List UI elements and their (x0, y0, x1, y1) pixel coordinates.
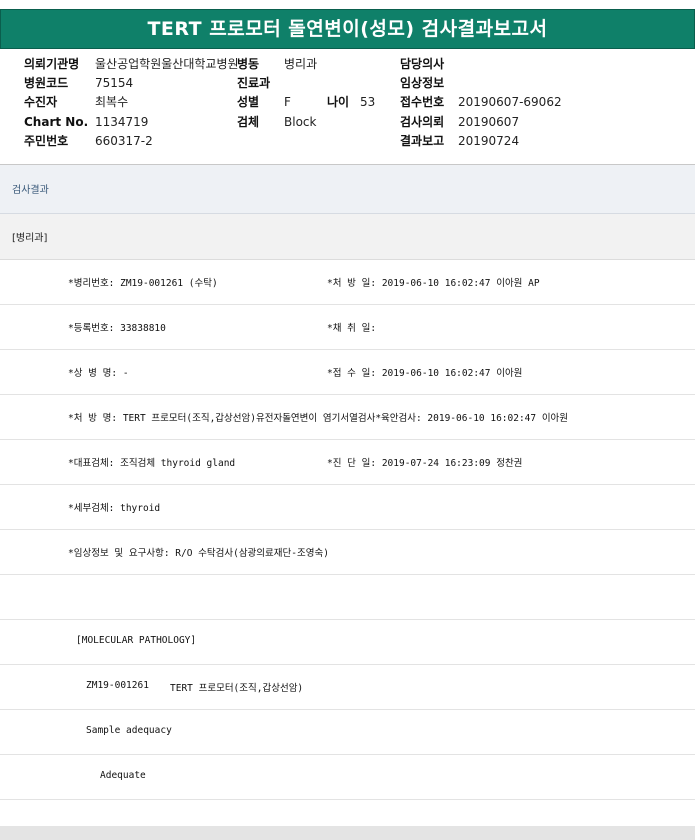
age-label: 나이 (327, 95, 350, 109)
patient-label: 수진자 (24, 95, 58, 109)
hospital-code-label: 병원코드 (24, 76, 69, 90)
dept-label: 진료과 (237, 76, 271, 90)
receipt-no-label: 접수번호 (400, 95, 445, 109)
institution-value: 울산공업학원울산대학교병원 (95, 57, 239, 71)
result-row: *처 방 명: TERT 프로모터(조직,갑상선암)유전자돌연변이 염기서열검사… (0, 395, 695, 440)
detail-specimen: *세부검체: thyroid (68, 503, 161, 514)
representative-specimen: *대표검체: 조직검체 thyroid gland (68, 458, 236, 469)
specimen-value: Block (284, 115, 317, 129)
results-section-header: 검사결과 (0, 165, 695, 214)
sample-adequacy-label: Sample adequacy (86, 725, 172, 736)
prescription-name: *처 방 명: TERT 프로모터(조직,갑상선암)유전자돌연변이 염기서열검사… (68, 413, 569, 424)
report-date-label: 결과보고 (400, 134, 445, 148)
result-row: *등록번호: 33838810 *채 취 일: (0, 305, 695, 350)
ward-label: 병동 (237, 57, 260, 71)
report-title: TERT 프로모터 돌연변이(성모) 검사결과보고서 (147, 18, 548, 40)
department-title: [병리과] (12, 233, 48, 244)
clinical-request: *임상정보 및 요구사항: R/O 수탁검사(삼광의료재단-조영숙) (68, 548, 329, 559)
specimen-label: 검체 (237, 115, 260, 129)
receipt-date: *접 수 일: 2019-06-10 16:02:47 이아원 (327, 368, 523, 379)
test-id: ZM19-001261 (86, 680, 149, 691)
request-date-value: 20190607 (458, 115, 520, 129)
result-row: [MOLECULAR PATHOLOGY] (0, 620, 695, 665)
empty-row (0, 575, 695, 620)
diagnosis-date: *진 단 일: 2019-07-24 16:23:09 정찬권 (327, 458, 523, 469)
prescription-date: *처 방 일: 2019-06-10 16:02:47 이아원 AP (327, 278, 540, 289)
department-bar: [병리과] (0, 214, 695, 260)
resident-no-label: 주민번호 (24, 134, 69, 148)
registration-number: *등록번호: 33838810 (68, 323, 166, 334)
age-value: 53 (360, 95, 376, 109)
bottom-bar (0, 826, 695, 840)
result-row: *대표검체: 조직검체 thyroid gland *진 단 일: 2019-0… (0, 440, 695, 485)
receipt-no-value: 20190607-69062 (458, 95, 562, 109)
molecular-pathology-heading: [MOLECULAR PATHOLOGY] (76, 635, 197, 646)
result-row: *상 병 명: - *접 수 일: 2019-06-10 16:02:47 이아… (0, 350, 695, 395)
results-section-title: 검사결과 (12, 185, 49, 196)
diagnosis-name: *상 병 명: - (68, 368, 129, 379)
ward-value: 병리과 (284, 57, 318, 71)
chart-no-value: 1134719 (95, 115, 149, 129)
sex-label: 성별 (237, 95, 260, 109)
doctor-label: 담당의사 (400, 57, 445, 71)
report-date-value: 20190724 (458, 134, 520, 148)
test-name: TERT 프로모터(조직,갑상선암) (170, 683, 304, 694)
collection-date: *채 취 일: (327, 323, 377, 334)
resident-no-value: 660317-2 (95, 134, 153, 148)
pathology-number: *병리번호: ZM19-001261 (수탁) (68, 278, 218, 289)
result-row: ZM19-001261 TERT 프로모터(조직,갑상선암) (0, 665, 695, 710)
patient-value: 최복수 (95, 95, 129, 109)
hospital-code-value: 75154 (95, 76, 134, 90)
result-row: *세부검체: thyroid (0, 485, 695, 530)
chart-no-label: Chart No. (24, 115, 89, 129)
report-title-bar: TERT 프로모터 돌연변이(성모) 검사결과보고서 (0, 9, 695, 49)
sample-adequacy-value: Adequate (100, 770, 146, 781)
request-date-label: 검사의뢰 (400, 115, 445, 129)
result-row: *임상정보 및 요구사항: R/O 수탁검사(삼광의료재단-조영숙) (0, 530, 695, 575)
sex-value: F (284, 95, 291, 109)
result-row: Adequate (0, 755, 695, 800)
clinical-info-label: 임상정보 (400, 76, 445, 90)
institution-label: 의뢰기관명 (24, 57, 80, 71)
result-row: Sample adequacy (0, 710, 695, 755)
result-row: *병리번호: ZM19-001261 (수탁) *처 방 일: 2019-06-… (0, 260, 695, 305)
